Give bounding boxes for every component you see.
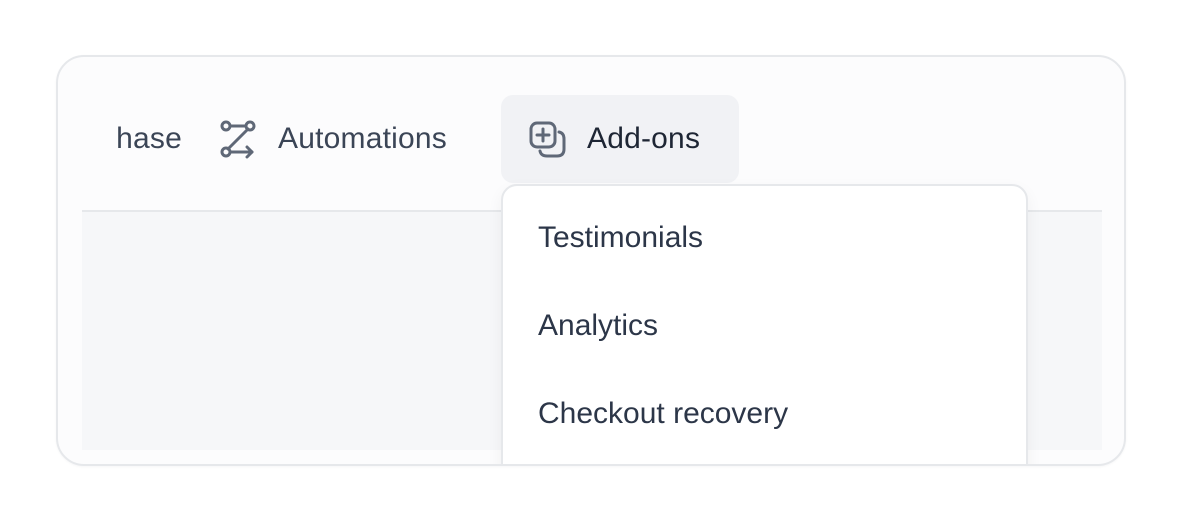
top-navigation: hase Automations Add-ons (58, 95, 1124, 185)
dropdown-item-label: Checkout recovery (538, 397, 789, 430)
dropdown-item-label: Testimonials (538, 221, 704, 254)
add-square-stack-icon (527, 119, 567, 159)
dropdown-item-label: Analytics (538, 309, 659, 342)
nav-item-add-ons[interactable]: Add-ons (501, 95, 739, 183)
nav-item-purchase-label: hase (116, 122, 182, 155)
add-ons-dropdown-menu: Testimonials Analytics Checkout recovery (501, 184, 1028, 464)
dropdown-item-testimonials[interactable]: Testimonials (538, 218, 703, 258)
automations-route-icon (218, 119, 258, 159)
navigation-card: hase Automations Add-ons Testimonials An… (56, 55, 1126, 466)
nav-item-purchase[interactable]: hase (72, 95, 182, 183)
nav-item-automations[interactable]: Automations (218, 95, 447, 183)
dropdown-item-analytics[interactable]: Analytics (538, 306, 658, 346)
nav-item-automations-label: Automations (278, 122, 447, 155)
dropdown-item-checkout-recovery[interactable]: Checkout recovery (538, 394, 788, 434)
nav-item-add-ons-label: Add-ons (587, 122, 701, 155)
